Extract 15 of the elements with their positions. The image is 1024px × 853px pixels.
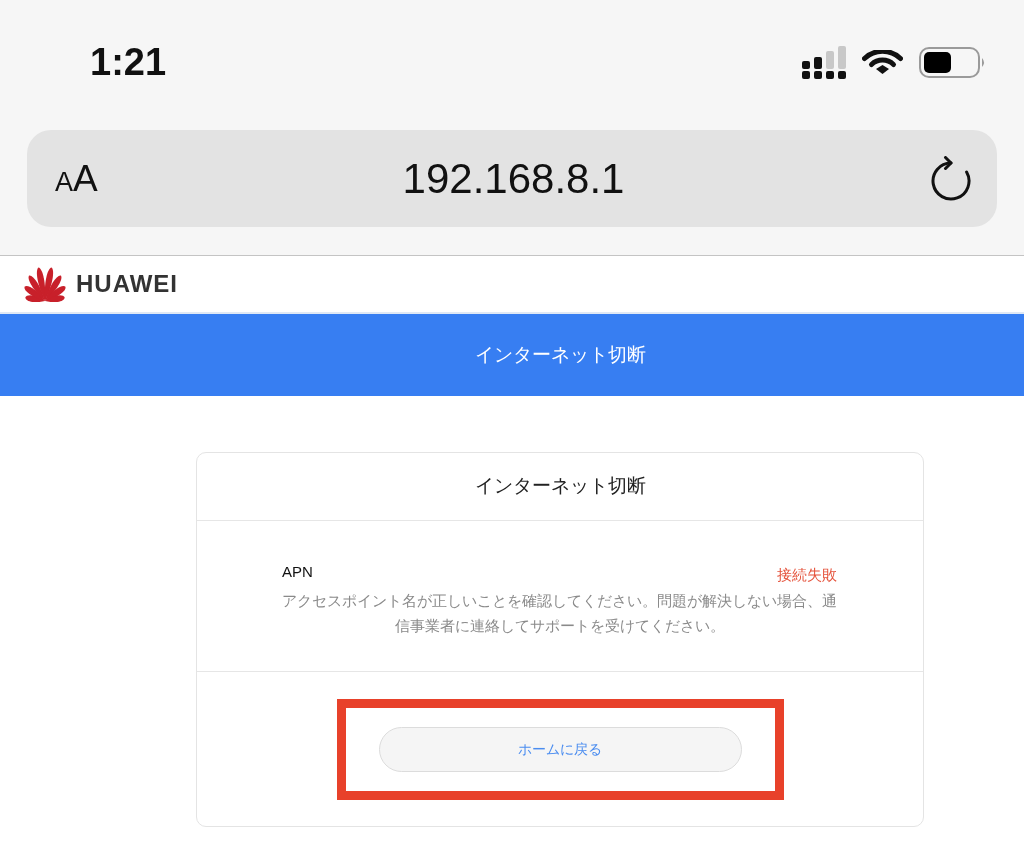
petal-logo-icon — [22, 266, 68, 302]
connection-status: 接続失敗 — [777, 565, 837, 585]
page-title: インターネット切断 — [474, 342, 646, 367]
wifi-icon — [862, 50, 903, 74]
reload-icon[interactable] — [930, 155, 972, 202]
error-message: アクセスポイント名が正しいことを確認してください。問題が解決しない場合、通信事業者に連絡してサポートを受けてください。 — [282, 591, 837, 636]
url-text: 192.168.8.1 — [402, 157, 625, 200]
apn-label: APN — [282, 562, 313, 582]
card-title: インターネット切断 — [474, 474, 646, 499]
signal-icon — [802, 45, 846, 79]
address-bar[interactable]: AA 192.168.8.1 — [27, 130, 997, 227]
status-time: 1:21 — [90, 43, 167, 81]
logo-text: HUAWEI — [76, 272, 178, 296]
battery-icon — [919, 46, 986, 78]
text-size-button[interactable]: AA — [55, 160, 98, 197]
